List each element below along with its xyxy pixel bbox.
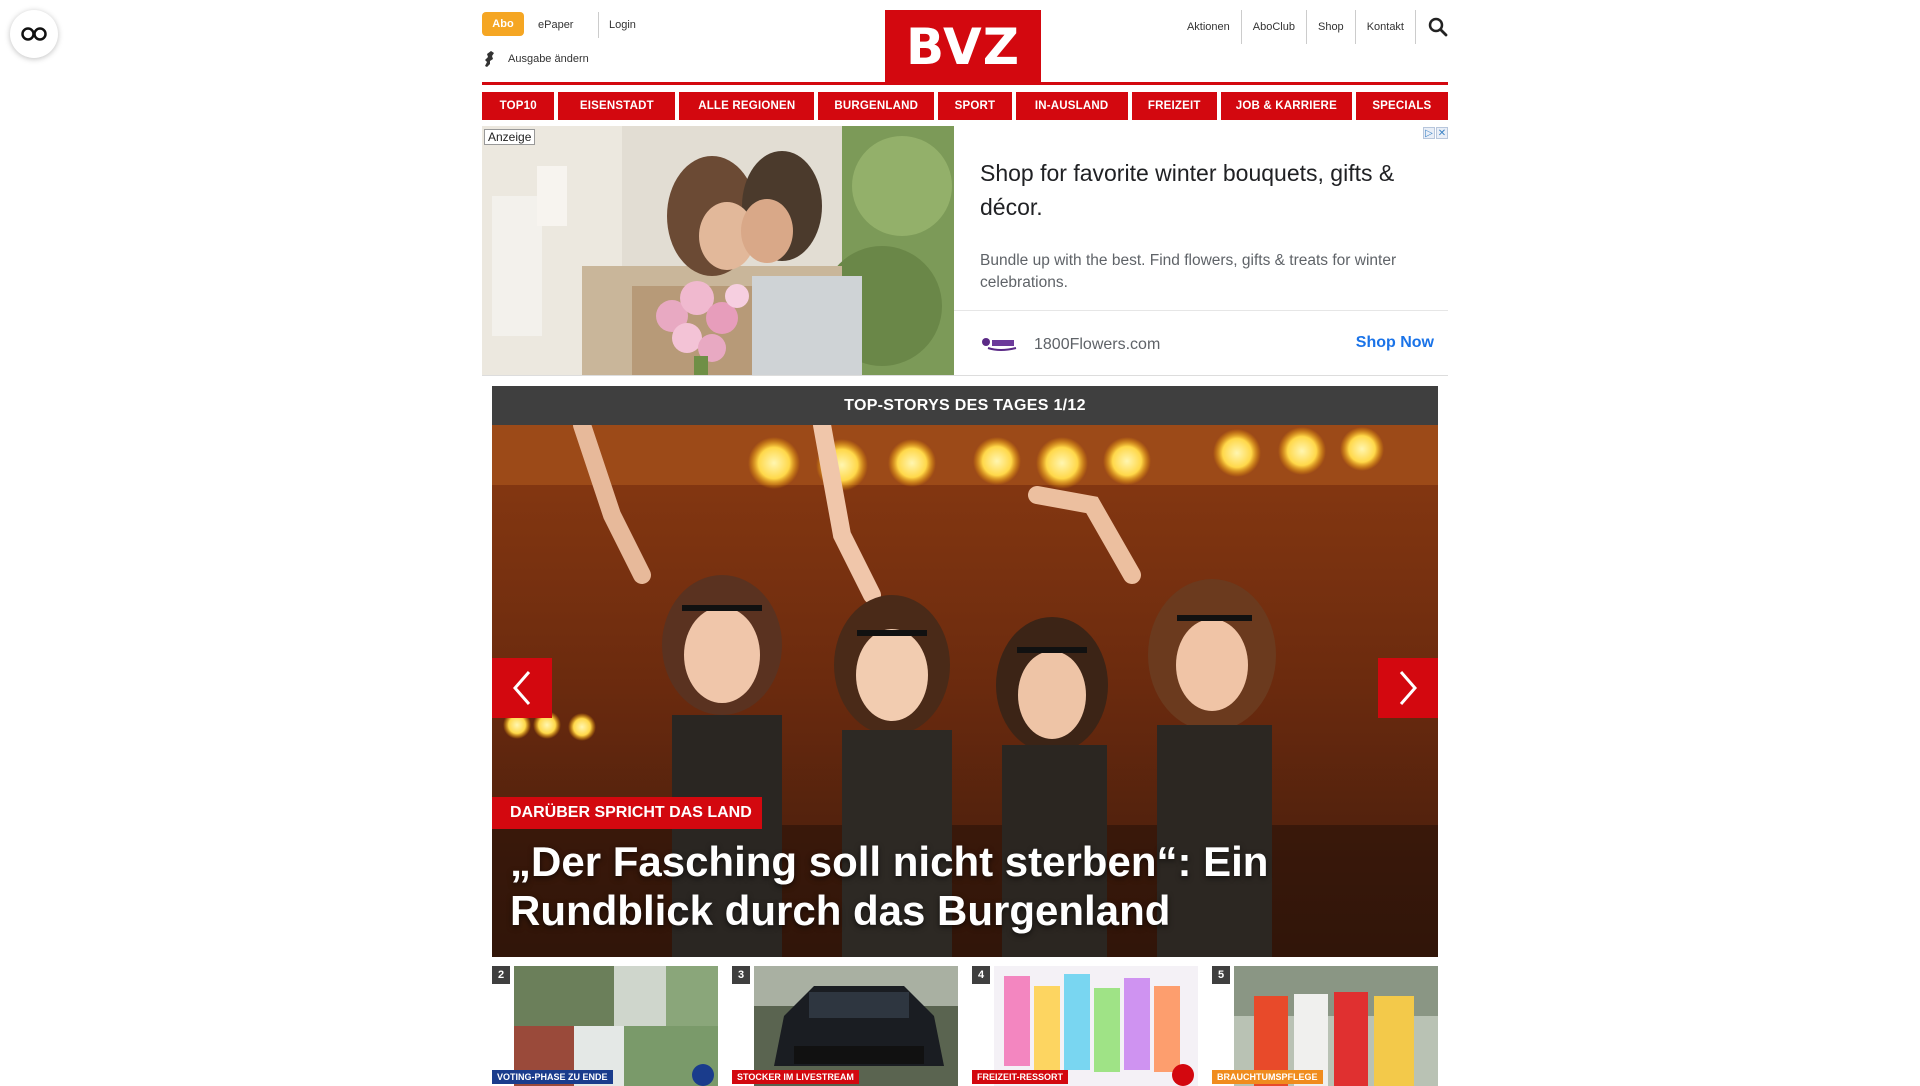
reader-mode-button[interactable]	[10, 10, 58, 58]
aktionen-link[interactable]: Aktionen	[1176, 10, 1241, 44]
ad-title[interactable]: Shop for favorite winter bouquets, gifts…	[980, 156, 1430, 224]
login-link[interactable]: Login	[598, 12, 636, 38]
nav-item-sport[interactable]: SPORT	[938, 92, 1012, 120]
abo-button[interactable]: Abo	[482, 12, 524, 36]
search-button[interactable]	[1415, 10, 1448, 44]
thumb-photo-colorful-figures	[994, 966, 1198, 1086]
aboclub-link[interactable]: AboClub	[1240, 10, 1306, 44]
ad-label: Anzeige	[484, 129, 536, 145]
kontakt-link[interactable]: Kontakt	[1354, 10, 1415, 44]
thumb-tag: STOCKER IM LIVESTREAM	[732, 1070, 859, 1084]
carousel-next-button[interactable]	[1378, 658, 1438, 718]
story-thumb-3[interactable]: 3 STOCKER IM LIVESTREAM	[732, 966, 958, 1086]
main-nav: TOP10 EISENSTADT ALLE REGIONEN BURGENLAN…	[482, 92, 1448, 120]
thumb-number: 4	[972, 966, 990, 984]
story-thumb-2[interactable]: 2 VOTING-PHASE ZU ENDE	[492, 966, 718, 1086]
top-stories-title: TOP-STORYS DES TAGES 1/12	[492, 386, 1438, 425]
ad-brand[interactable]: 1800Flowers.com	[980, 334, 1160, 356]
gallery-icon	[1172, 1064, 1194, 1086]
nav-item-freizeit[interactable]: FREIZEIT	[1131, 92, 1217, 120]
thumb-number: 3	[732, 966, 750, 984]
hero-story[interactable]: DARÜBER SPRICHT DAS LAND „Der Fasching s…	[492, 425, 1438, 957]
ad-shop-now-button[interactable]: Shop Now	[1356, 334, 1434, 352]
adchoices-icon[interactable]: ▷ ✕	[1423, 127, 1448, 139]
nav-item-specials[interactable]: SPECIALS	[1355, 92, 1448, 120]
ad-divider	[954, 310, 1448, 311]
thumb-number: 2	[492, 966, 510, 984]
burgenland-map-icon	[485, 51, 494, 67]
header-links: Aktionen AboClub Shop Kontakt	[1176, 10, 1448, 44]
ad-brand-name: 1800Flowers.com	[1034, 336, 1161, 353]
chevron-left-icon	[513, 671, 531, 705]
site-header: Abo ePaper Login Ausgabe ändern BVZ Akti…	[482, 0, 1448, 86]
header-divider	[482, 82, 1448, 85]
nav-item-alle-regionen[interactable]: ALLE REGIONEN	[679, 92, 815, 120]
ad-close-icon[interactable]: ✕	[1436, 127, 1448, 139]
gallery-icon	[692, 1064, 714, 1086]
shop-link[interactable]: Shop	[1305, 10, 1355, 44]
story-thumb-4[interactable]: 4 FREIZEIT-RESSORT	[972, 966, 1198, 1086]
thumb-photo-carnival-group	[1234, 966, 1438, 1086]
advertisement[interactable]: Anzeige ▷ ✕ Shop for favorite winter bou…	[482, 126, 1448, 376]
story-thumbnails: 2 VOTING-PHASE ZU ENDE 3 STOCKER IM LIVE…	[492, 966, 1438, 1086]
thumb-photo-football-team	[514, 966, 718, 1086]
bvz-logo[interactable]: BVZ	[885, 10, 1041, 84]
top-stories: TOP-STORYS DES TAGES 1/12 DARÜBER SPRICH…	[492, 386, 1438, 957]
thumb-number: 5	[1212, 966, 1230, 984]
ad-description[interactable]: Bundle up with the best. Find flowers, g…	[980, 250, 1430, 294]
epaper-link[interactable]: ePaper	[538, 12, 573, 38]
brand-logo-icon	[982, 338, 1017, 351]
story-headline[interactable]: „Der Fasching soll nicht sterben“: Ein R…	[510, 837, 1410, 935]
search-icon	[1428, 17, 1448, 37]
chevron-right-icon	[1399, 671, 1417, 705]
ad-photo-couple-flowers	[482, 126, 954, 376]
story-kicker[interactable]: DARÜBER SPRICHT DAS LAND	[492, 797, 762, 829]
carousel-prev-button[interactable]	[492, 658, 552, 718]
story-thumb-5[interactable]: 5 BRAUCHTUMSPFLEGE	[1212, 966, 1438, 1086]
thumb-photo-car	[754, 966, 958, 1086]
thumb-tag: FREIZEIT-RESSORT	[972, 1070, 1069, 1084]
ad-image[interactable]: Anzeige	[482, 126, 954, 376]
nav-item-eisenstadt[interactable]: EISENSTADT	[558, 92, 676, 120]
thumb-tag: BRAUCHTUMSPFLEGE	[1212, 1070, 1323, 1084]
nav-item-burgenland[interactable]: BURGENLAND	[818, 92, 935, 120]
page-container: Abo ePaper Login Ausgabe ändern BVZ Akti…	[482, 0, 1448, 1086]
ad-info-icon[interactable]: ▷	[1423, 127, 1435, 139]
ad-bottom-border	[482, 375, 1448, 376]
nav-item-job-karriere[interactable]: JOB & KARRIERE	[1220, 92, 1352, 120]
nav-item-top10[interactable]: TOP10	[482, 92, 555, 120]
nav-item-in-ausland[interactable]: IN-AUSLAND	[1015, 92, 1128, 120]
edition-label: Ausgabe ändern	[508, 53, 589, 65]
glasses-icon	[21, 27, 47, 41]
thumb-tag: VOTING-PHASE ZU ENDE	[492, 1070, 613, 1084]
edition-switcher[interactable]: Ausgabe ändern	[482, 50, 589, 68]
